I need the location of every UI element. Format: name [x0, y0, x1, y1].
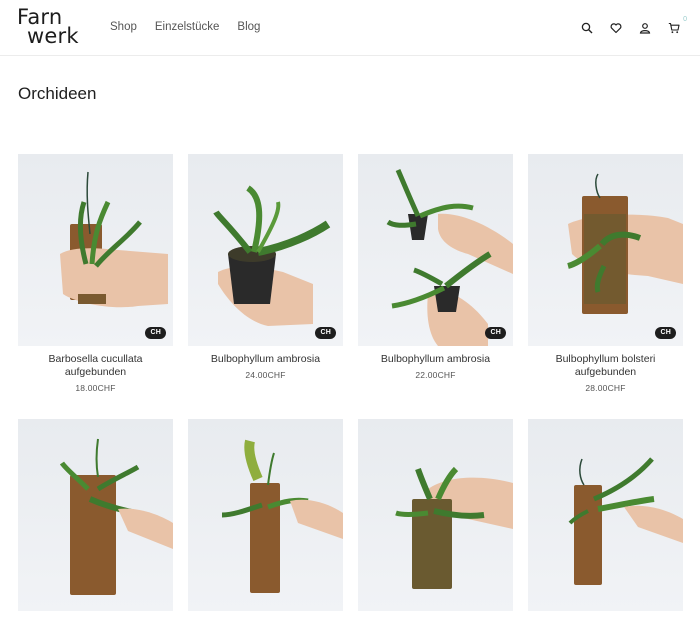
brand-logo-line2: werk: [27, 24, 79, 48]
product-card[interactable]: [358, 419, 513, 618]
product-name[interactable]: Bulbophyllum bolsteri aufgebunden: [528, 353, 683, 379]
product-price: 28.00CHF: [585, 383, 626, 393]
product-image[interactable]: [358, 419, 513, 611]
nav-einzelstuecke[interactable]: Einzelstücke: [155, 21, 220, 33]
product-card[interactable]: CH Bulbophyllum bolsteri aufgebunden 28.…: [528, 154, 683, 393]
cart-icon[interactable]: 0: [666, 16, 687, 36]
product-card[interactable]: [18, 419, 173, 618]
product-grid: CH Barbosella cucullata aufgebunden 18.0…: [18, 154, 683, 618]
product-image[interactable]: CH: [358, 154, 513, 346]
product-price: 24.00CHF: [245, 370, 286, 380]
product-card[interactable]: [188, 419, 343, 618]
main-nav: Shop Einzelstücke Blog: [110, 21, 278, 33]
product-name[interactable]: Barbosella cucullata aufgebunden: [18, 353, 173, 379]
cart-count: 0: [683, 16, 687, 23]
product-card[interactable]: CH Bulbophyllum ambrosia 22.00CHF: [358, 154, 513, 393]
search-icon[interactable]: [579, 20, 595, 36]
product-price: 22.00CHF: [415, 370, 456, 380]
product-image[interactable]: [188, 419, 343, 611]
origin-badge: CH: [485, 327, 506, 339]
user-icon[interactable]: [637, 20, 653, 36]
heart-icon[interactable]: [608, 20, 624, 36]
product-price: 18.00CHF: [75, 383, 116, 393]
page-title: Orchideen: [18, 84, 97, 103]
product-image[interactable]: [528, 419, 683, 611]
origin-badge: CH: [655, 327, 676, 339]
product-name[interactable]: Bulbophyllum ambrosia: [188, 353, 343, 366]
product-card[interactable]: CH Bulbophyllum ambrosia 24.00CHF: [188, 154, 343, 393]
product-name[interactable]: Bulbophyllum ambrosia: [358, 353, 513, 366]
nav-shop[interactable]: Shop: [110, 21, 137, 33]
header-icons: 0: [566, 16, 687, 36]
product-image[interactable]: CH: [188, 154, 343, 346]
origin-badge: CH: [315, 327, 336, 339]
product-image[interactable]: CH: [528, 154, 683, 346]
nav-blog[interactable]: Blog: [237, 21, 260, 33]
product-image[interactable]: CH: [18, 154, 173, 346]
product-card[interactable]: [528, 419, 683, 618]
origin-badge: CH: [145, 327, 166, 339]
product-image[interactable]: [18, 419, 173, 611]
brand-logo[interactable]: Farn werk: [17, 7, 83, 48]
site-header: Farn werk Shop Einzelstücke Blog 0: [0, 0, 700, 56]
product-card[interactable]: CH Barbosella cucullata aufgebunden 18.0…: [18, 154, 173, 393]
